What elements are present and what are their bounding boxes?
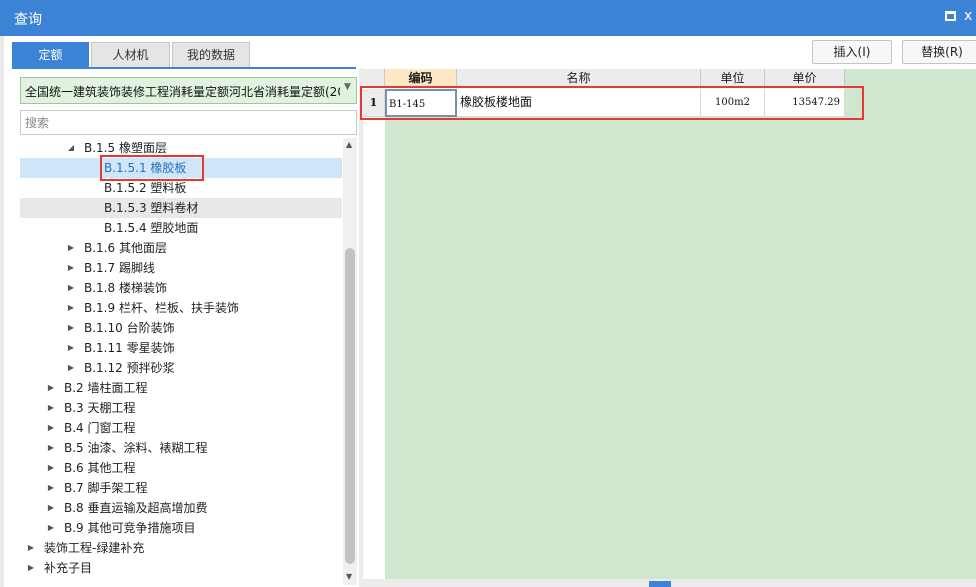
- tree-node-label: B.9 其他可竞争措施项目: [64, 521, 196, 535]
- tree-node[interactable]: ▶ B.7 脚手架工程: [20, 478, 342, 498]
- tree-node[interactable]: ▶ B.9 其他可竞争措施项目: [20, 518, 342, 538]
- scroll-up-icon[interactable]: ▲: [346, 140, 352, 149]
- row-number[interactable]: 1: [363, 89, 385, 117]
- tree-node-label: 补充子目: [44, 561, 93, 575]
- tree-node-label: B.1.6 其他面层: [84, 241, 167, 255]
- collapsed-arrow-icon[interactable]: ▶: [66, 238, 76, 258]
- tab-underline: [12, 67, 356, 69]
- tab-labor-material-machine[interactable]: 人材机: [91, 42, 170, 68]
- collapsed-arrow-icon[interactable]: ▶: [66, 318, 76, 338]
- tree-node-label: B.1.10 台阶装饰: [84, 321, 175, 335]
- collapsed-arrow-icon[interactable]: ▶: [46, 518, 56, 538]
- expanded-arrow-icon[interactable]: ◢: [66, 138, 76, 158]
- collapsed-arrow-icon[interactable]: ▶: [66, 258, 76, 278]
- grid-horizontal-scrollbar[interactable]: [363, 579, 976, 587]
- tab-quota[interactable]: 定额: [12, 42, 89, 68]
- collapsed-arrow-icon[interactable]: ▶: [66, 278, 76, 298]
- tree-node[interactable]: ▶ B.1.12 预拌砂浆: [20, 358, 342, 378]
- collapsed-arrow-icon[interactable]: ▶: [46, 378, 56, 398]
- tree-node[interactable]: ▶ B.4 门窗工程: [20, 418, 342, 438]
- tree-node[interactable]: ▶ B.1.8 楼梯装饰: [20, 278, 342, 298]
- scroll-down-icon[interactable]: ▼: [346, 572, 352, 581]
- tree-node[interactable]: ▶ B.1.10 台阶装饰: [20, 318, 342, 338]
- cell-name[interactable]: 橡胶板楼地面: [457, 89, 701, 117]
- column-header-price[interactable]: 单价: [765, 69, 845, 88]
- close-icon[interactable]: x: [964, 7, 972, 25]
- tree-scrollbar[interactable]: ▲ ▼: [343, 138, 357, 585]
- collapsed-arrow-icon[interactable]: ▶: [66, 358, 76, 378]
- tree-node-label: B.2 墙柱面工程: [64, 381, 148, 395]
- quota-library-select[interactable]: 全国统一建筑装饰装修工程消耗量定额河北省消耗量定额(20 ▼: [20, 77, 357, 104]
- tree-node[interactable]: ▶ B.1.6 其他面层: [20, 238, 342, 258]
- tree-node-label: B.1.8 楼梯装饰: [84, 281, 167, 295]
- tab-my-data[interactable]: 我的数据: [172, 42, 250, 68]
- tree-node-selected[interactable]: B.1.5.1 橡胶板: [20, 158, 342, 178]
- tree-node-label: B.1.7 踢脚线: [84, 261, 155, 275]
- collapsed-arrow-icon[interactable]: ▶: [26, 558, 36, 578]
- tree-node[interactable]: B.1.5.4 塑胶地面: [20, 218, 342, 238]
- tree-node-label: B.3 天棚工程: [64, 401, 136, 415]
- tree-node[interactable]: ▶ B.6 其他工程: [20, 458, 342, 478]
- search-input[interactable]: [20, 110, 357, 135]
- tree-node[interactable]: ▶ 装饰工程-绿建补充: [20, 538, 342, 558]
- tree-node-label: B.1.5.2 塑料板: [104, 181, 187, 195]
- tree-node-label: B.1.9 栏杆、栏板、扶手装饰: [84, 301, 239, 315]
- tree-node-label: B.6 其他工程: [64, 461, 136, 475]
- tree-node[interactable]: ◢ B.1.5 橡塑面层: [20, 138, 342, 158]
- collapsed-arrow-icon[interactable]: ▶: [26, 538, 36, 558]
- tree-node[interactable]: ▶ B.1.7 踢脚线: [20, 258, 342, 278]
- collapsed-arrow-icon[interactable]: ▶: [46, 438, 56, 458]
- tree-node-label: B.1.12 预拌砂浆: [84, 361, 175, 375]
- tree-node-label: B.1.5 橡塑面层: [84, 141, 167, 155]
- column-header-name[interactable]: 名称: [457, 69, 701, 88]
- chevron-down-icon[interactable]: ▼: [344, 82, 351, 92]
- tree-node-label: B.4 门窗工程: [64, 421, 136, 435]
- tree-node-label: B.1.5.4 塑胶地面: [104, 221, 199, 235]
- tree-node-label: B.1.5.3 塑料卷材: [104, 201, 199, 215]
- tree-node-label: B.7 脚手架工程: [64, 481, 148, 495]
- column-header-unit[interactable]: 单位: [701, 69, 765, 88]
- tree-node-label: B.8 垂直运输及超高增加费: [64, 501, 208, 515]
- tree-node[interactable]: ▶ B.1.11 零星装饰: [20, 338, 342, 358]
- collapsed-arrow-icon[interactable]: ▶: [46, 398, 56, 418]
- replace-button[interactable]: 替换(R): [902, 40, 976, 64]
- window-title: 查询: [14, 12, 42, 28]
- scrollbar-thumb[interactable]: [649, 581, 671, 587]
- tree-node-label: B.1.5.1 橡胶板: [104, 161, 187, 175]
- cell-code[interactable]: B1-145: [385, 89, 457, 117]
- collapsed-arrow-icon[interactable]: ▶: [46, 458, 56, 478]
- cell-price[interactable]: 13547.29: [765, 89, 845, 117]
- window-left-edge: [0, 36, 4, 587]
- results-grid: 编码 名称 单位 单价 1 B1-145 橡胶板楼地面 100m2 13547.…: [363, 69, 976, 587]
- grid-empty-area: [385, 117, 976, 579]
- tree-node-label: B.5 油漆、涂料、裱糊工程: [64, 441, 208, 455]
- tree-node[interactable]: ▶ B.8 垂直运输及超高增加费: [20, 498, 342, 518]
- grid-empty-area: [845, 69, 976, 117]
- tree-node[interactable]: ▶ B.5 油漆、涂料、裱糊工程: [20, 438, 342, 458]
- column-header-code[interactable]: 编码: [385, 69, 457, 88]
- tree-node-label: B.1.11 零星装饰: [84, 341, 175, 355]
- insert-button[interactable]: 插入(I): [812, 40, 892, 64]
- tree-node[interactable]: ▶ B.2 墙柱面工程: [20, 378, 342, 398]
- maximize-icon[interactable]: [945, 11, 956, 21]
- collapsed-arrow-icon[interactable]: ▶: [46, 478, 56, 498]
- collapsed-arrow-icon[interactable]: ▶: [66, 338, 76, 358]
- tree-node[interactable]: B.1.5.3 塑料卷材: [20, 198, 342, 218]
- row-header-corner: [363, 69, 385, 88]
- collapsed-arrow-icon[interactable]: ▶: [46, 418, 56, 438]
- quota-library-value: 全国统一建筑装饰装修工程消耗量定额河北省消耗量定额(20: [25, 85, 340, 99]
- tree-node[interactable]: ▶ 补充子目: [20, 558, 342, 578]
- quota-tree: ◢ B.1.5 橡塑面层 B.1.5.1 橡胶板 B.1.5.2 塑料板 B.1…: [20, 138, 342, 584]
- tree-node[interactable]: ▶ B.1.9 栏杆、栏板、扶手装饰: [20, 298, 342, 318]
- collapsed-arrow-icon[interactable]: ▶: [66, 298, 76, 318]
- tree-node-label: 装饰工程-绿建补充: [44, 541, 145, 555]
- title-bar: 查询 x: [0, 0, 976, 36]
- cell-unit[interactable]: 100m2: [701, 89, 765, 117]
- tree-node[interactable]: B.1.5.2 塑料板: [20, 178, 342, 198]
- scrollbar-thumb[interactable]: [345, 248, 355, 564]
- tree-node[interactable]: ▶ B.3 天棚工程: [20, 398, 342, 418]
- collapsed-arrow-icon[interactable]: ▶: [46, 498, 56, 518]
